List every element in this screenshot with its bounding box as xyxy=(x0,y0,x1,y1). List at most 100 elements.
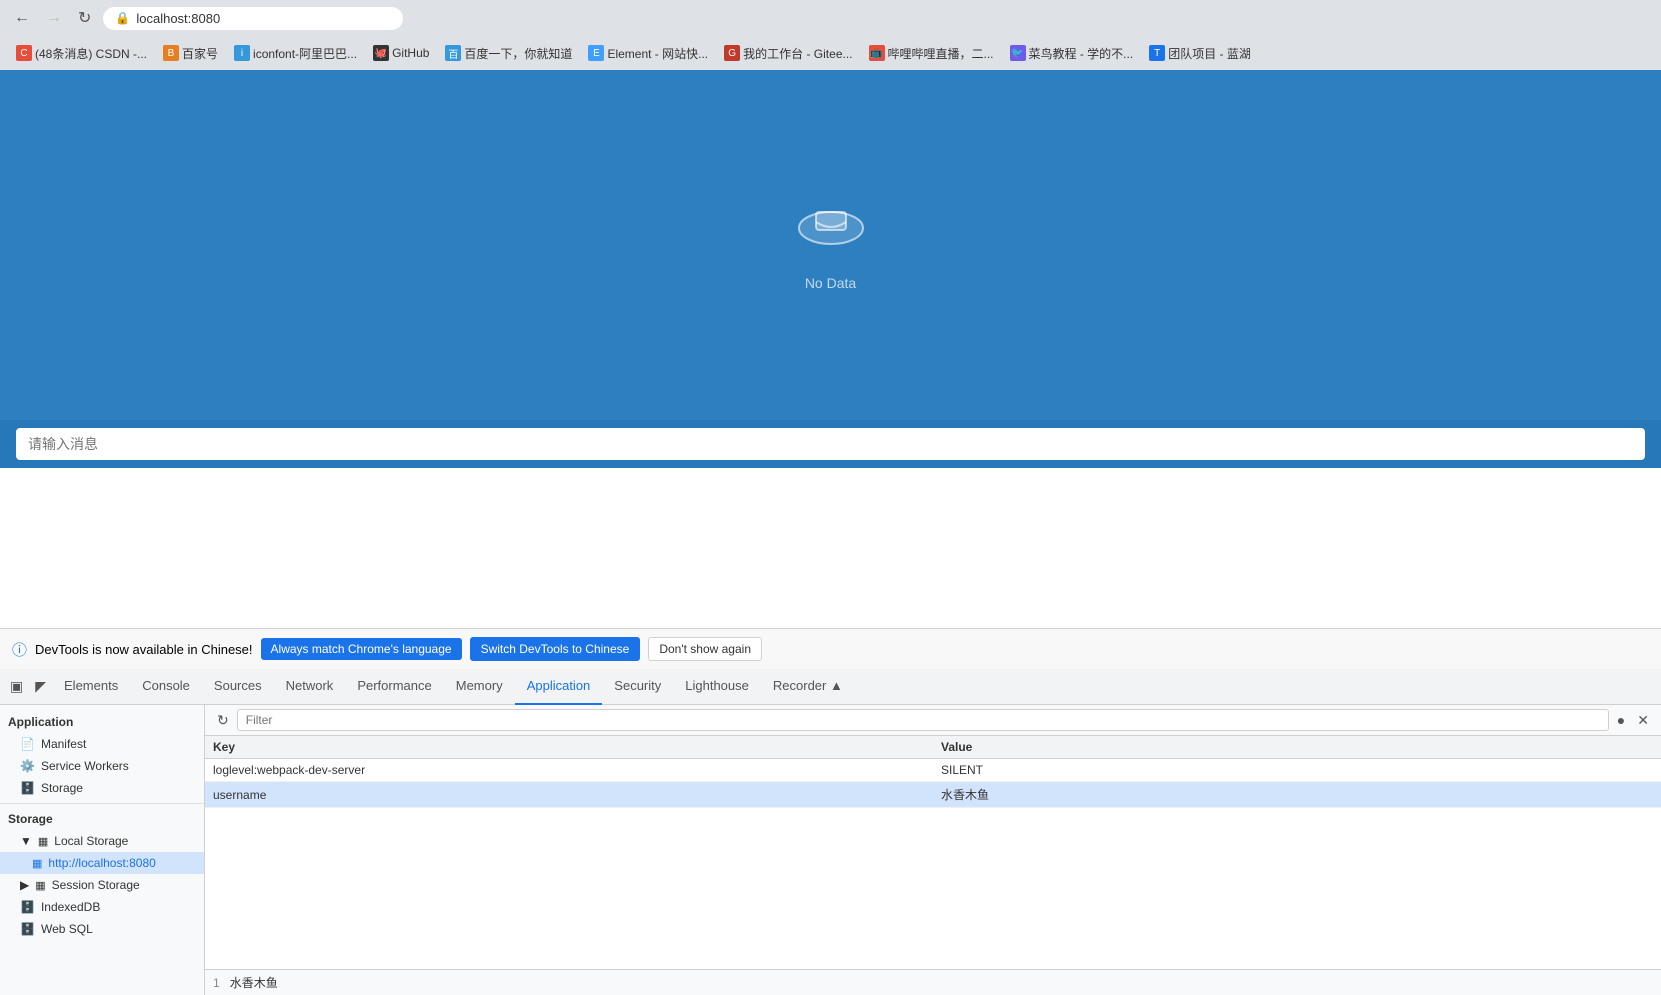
devtools-tab-sources[interactable]: Sources xyxy=(202,669,274,705)
bookmark-item[interactable]: 百百度一下，你就知道 xyxy=(439,42,578,65)
url-text: localhost:8080 xyxy=(136,11,220,26)
websql-icon: 🗄️ xyxy=(20,922,35,936)
app-section-title: Application xyxy=(0,711,204,733)
forward-button[interactable]: → xyxy=(42,7,66,29)
storage-table: Key Value loglevel:webpack-dev-serverSIL… xyxy=(205,736,1661,808)
switch-devtools-button[interactable]: Switch DevTools to Chinese xyxy=(470,637,641,661)
devtools-tab-memory[interactable]: Memory xyxy=(444,669,515,705)
manifest-label: Manifest xyxy=(41,737,86,751)
manifest-icon: 📄 xyxy=(20,737,35,751)
devtools-tab-network[interactable]: Network xyxy=(274,669,346,705)
bookmark-label: 菜鸟教程 - 学的不... xyxy=(1029,45,1134,62)
bookmarks-bar: C(48条消息) CSDN -...B百家号iiconfont-阿里巴巴...🐙… xyxy=(0,36,1661,70)
close-filter-button[interactable]: ✕ xyxy=(1633,710,1653,731)
session-storage-icon: ▦ xyxy=(35,879,45,892)
device-toggle-button[interactable]: ◤ xyxy=(29,674,52,699)
col-key: Key xyxy=(205,736,933,759)
cell-key: loglevel:webpack-dev-server xyxy=(205,759,933,782)
devtools-tab-recorder-▲[interactable]: Recorder ▲ xyxy=(761,669,855,705)
bookmark-label: GitHub xyxy=(392,46,429,60)
bookmark-item[interactable]: 🐙GitHub xyxy=(367,42,435,64)
service-workers-icon: ⚙️ xyxy=(20,759,35,773)
bookmark-item[interactable]: C(48条消息) CSDN -... xyxy=(10,42,153,65)
sidebar-item-local-storage[interactable]: ▼ ▦ Local Storage xyxy=(0,830,204,852)
bottom-bar: 1 水香木鱼 xyxy=(205,969,1661,995)
local-storage-icon: ▦ xyxy=(38,835,48,848)
lock-icon: 🔒 xyxy=(115,11,130,25)
divider1 xyxy=(0,803,204,804)
devtools-tab-performance[interactable]: Performance xyxy=(345,669,443,705)
devtools-tab-elements[interactable]: Elements xyxy=(52,669,130,705)
always-match-button[interactable]: Always match Chrome's language xyxy=(261,638,462,660)
table-row[interactable]: loglevel:webpack-dev-serverSILENT xyxy=(205,759,1661,782)
indexeddb-icon: 🗄️ xyxy=(20,900,35,914)
indexeddb-label: IndexedDB xyxy=(41,900,100,914)
storage-app-icon: 🗄️ xyxy=(20,781,35,795)
bookmark-item[interactable]: G我的工作台 - Gitee... xyxy=(718,42,858,65)
devtools-tab-lighthouse[interactable]: Lighthouse xyxy=(673,669,761,705)
bookmark-item[interactable]: B百家号 xyxy=(157,42,224,65)
cell-value: 水香木鱼 xyxy=(933,782,1661,808)
cell-value: SILENT xyxy=(933,759,1661,782)
row-number: 1 xyxy=(213,976,220,990)
cell-key: username xyxy=(205,782,933,808)
devtools-tab-application[interactable]: Application xyxy=(515,669,603,705)
bookmark-label: 百度一下，你就知道 xyxy=(464,45,572,62)
storage-app-label: Storage xyxy=(41,781,83,795)
bookmark-item[interactable]: iiconfont-阿里巴巴... xyxy=(228,42,363,65)
dont-show-button[interactable]: Don't show again xyxy=(648,637,762,661)
info-icon: ⓘ xyxy=(12,639,27,660)
bookmark-label: 团队项目 - 蓝湖 xyxy=(1168,45,1251,62)
no-data-icon xyxy=(796,200,866,267)
bookmark-label: 百家号 xyxy=(182,45,218,62)
filter-input[interactable] xyxy=(237,709,1609,731)
devtools-tab-console[interactable]: Console xyxy=(130,669,202,705)
address-bar[interactable]: 🔒 localhost:8080 xyxy=(103,7,403,30)
chat-input-bar xyxy=(0,420,1661,468)
reload-button[interactable]: ↻ xyxy=(74,6,95,30)
sidebar-item-indexeddb[interactable]: 🗄️ IndexedDB xyxy=(0,896,204,918)
expand-local-icon: ▼ xyxy=(20,834,32,848)
back-button[interactable]: ← xyxy=(10,7,34,29)
sidebar-item-service-workers[interactable]: ⚙️ Service Workers xyxy=(0,755,204,777)
refresh-filter-button[interactable]: ↻ xyxy=(213,710,233,731)
expand-session-icon: ▶ xyxy=(20,878,29,892)
tabs-container: ElementsConsoleSourcesNetworkPerformance… xyxy=(52,669,855,705)
main-content: No Data xyxy=(0,70,1661,420)
websql-label: Web SQL xyxy=(41,922,93,936)
inspect-element-button[interactable]: ▣ xyxy=(4,674,29,699)
devtools-tabs: ▣ ◤ ElementsConsoleSourcesNetworkPerform… xyxy=(0,669,1661,705)
bookmark-item[interactable]: 🐦菜鸟教程 - 学的不... xyxy=(1004,42,1140,65)
storage-section-title: Storage xyxy=(0,808,204,830)
devtools-notification: ⓘ DevTools is now available in Chinese! … xyxy=(0,628,1661,669)
bookmark-item[interactable]: 📺哔哩哔哩直播，二... xyxy=(863,42,1000,65)
devtools-body: Application 📄 Manifest ⚙️ Service Worker… xyxy=(0,705,1661,995)
bookmark-item[interactable]: T团队项目 - 蓝湖 xyxy=(1143,42,1257,65)
sidebar-item-session-storage[interactable]: ▶ ▦ Session Storage xyxy=(0,874,204,896)
sidebar-item-storage-app[interactable]: 🗄️ Storage xyxy=(0,777,204,799)
chat-input[interactable] xyxy=(16,428,1645,460)
bookmark-label: 我的工作台 - Gitee... xyxy=(743,45,852,62)
devtools-tab-security[interactable]: Security xyxy=(602,669,673,705)
bookmark-label: Element - 网站快... xyxy=(607,45,708,62)
localhost-icon: ▦ xyxy=(32,857,42,870)
clear-filter-button[interactable]: ● xyxy=(1613,710,1629,730)
table-row[interactable]: username水香木鱼 xyxy=(205,782,1661,808)
notification-message: DevTools is now available in Chinese! xyxy=(35,642,253,657)
bottom-value: 水香木鱼 xyxy=(230,974,278,991)
browser-toolbar: ← → ↻ 🔒 localhost:8080 xyxy=(0,0,1661,36)
session-storage-label: Session Storage xyxy=(52,878,140,892)
col-value: Value xyxy=(933,736,1661,759)
service-workers-label: Service Workers xyxy=(41,759,129,773)
sidebar-item-manifest[interactable]: 📄 Manifest xyxy=(0,733,204,755)
sidebar-item-localhost[interactable]: ▦ http://localhost:8080 xyxy=(0,852,204,874)
bookmark-item[interactable]: EElement - 网站快... xyxy=(582,42,714,65)
browser-chrome: ← → ↻ 🔒 localhost:8080 C(48条消息) CSDN -..… xyxy=(0,0,1661,70)
white-area xyxy=(0,468,1661,628)
devtools-sidebar: Application 📄 Manifest ⚙️ Service Worker… xyxy=(0,705,205,995)
local-storage-label: Local Storage xyxy=(54,834,128,848)
data-table: Key Value loglevel:webpack-dev-serverSIL… xyxy=(205,736,1661,969)
bookmark-label: iconfont-阿里巴巴... xyxy=(253,45,357,62)
sidebar-item-websql[interactable]: 🗄️ Web SQL xyxy=(0,918,204,940)
no-data-text: No Data xyxy=(805,275,856,291)
